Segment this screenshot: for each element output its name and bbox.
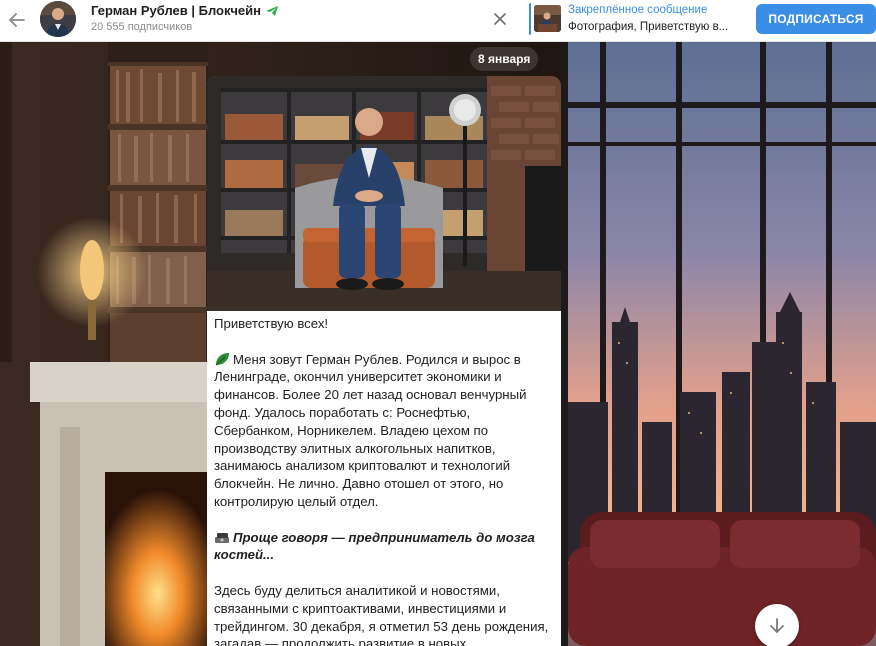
channel-avatar[interactable] — [40, 1, 76, 37]
close-icon — [494, 13, 506, 25]
post-photo-image — [207, 76, 561, 311]
pinned-thumbnail — [534, 5, 561, 32]
post-paragraph-plans: Здесь буду делиться аналитикой и новостя… — [214, 582, 549, 646]
channel-post: Приветствую всех! Меня зовут Герман Рубл… — [207, 76, 561, 646]
close-button[interactable] — [488, 7, 512, 31]
scroll-to-bottom-button[interactable] — [755, 604, 799, 646]
money-emoji — [215, 532, 229, 543]
channel-title[interactable]: Герман Рублев | Блокчейн — [91, 3, 279, 18]
channel-title-text: Герман Рублев | Блокчейн — [91, 3, 261, 18]
post-paragraph-intro: Меня зовут Герман Рублев. Родился и выро… — [214, 351, 550, 511]
post-photo[interactable] — [207, 76, 561, 311]
post-paragraph-summary-text: Проще говоря — предприниматель до мозга … — [214, 529, 535, 563]
channel-header: Герман Рублев | Блокчейн 20 555 подписчи… — [0, 0, 876, 42]
arrow-left-icon — [9, 13, 25, 27]
date-separator-badge: 8 января — [470, 47, 539, 71]
subscribe-button[interactable]: ПОДПИСАТЬСЯ — [756, 4, 876, 34]
leaf-emoji — [215, 352, 229, 366]
pinned-title: Закреплённое сообщение — [568, 4, 708, 16]
post-text: Приветствую всех! Меня зовут Герман Рубл… — [214, 315, 550, 646]
pinned-message[interactable]: Закреплённое сообщение Фотография, Приве… — [529, 2, 735, 38]
subscriber-count: 20 555 подписчиков — [91, 21, 193, 33]
post-greeting: Приветствую всех! — [214, 316, 329, 331]
pinned-preview-text: Фотография, Приветствую в... — [568, 21, 729, 33]
post-paragraph-summary: Проще говоря — предприниматель до мозга … — [214, 529, 550, 565]
avatar-image — [40, 1, 76, 37]
arrow-down-icon — [770, 618, 784, 633]
post-paragraph-intro-text: Меня зовут Герман Рублев. Родился и выро… — [214, 351, 527, 509]
pinned-indicator-bar — [529, 3, 531, 35]
back-button[interactable] — [4, 7, 30, 33]
paper-plane-icon — [265, 5, 279, 17]
